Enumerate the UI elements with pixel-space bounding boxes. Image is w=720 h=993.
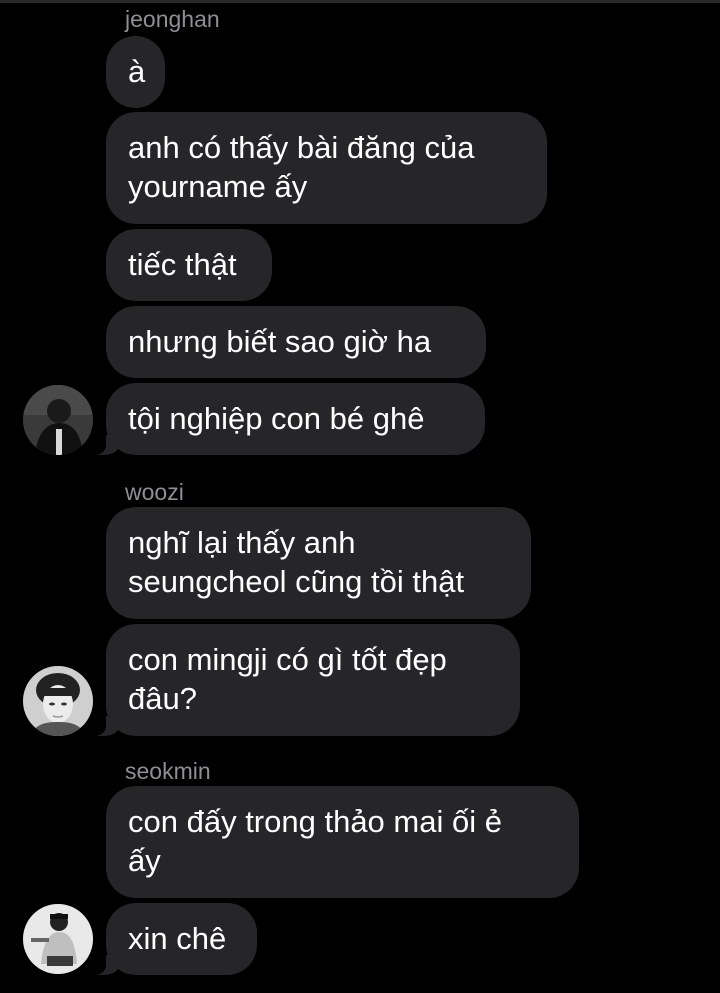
message-bubble[interactable]: nhưng biết sao giờ ha xyxy=(106,306,486,378)
avatar-jeonghan[interactable] xyxy=(23,385,93,455)
avatar-seokmin[interactable] xyxy=(23,904,93,974)
message-bubble[interactable]: à xyxy=(106,36,165,108)
message-bubble[interactable]: nghĩ lại thấy anh seungcheol cũng tồi th… xyxy=(106,507,531,619)
message-bubble[interactable]: con đấy trong thảo mai ối ẻ ấy xyxy=(106,786,579,898)
message-bubble[interactable]: tội nghiệp con bé ghê xyxy=(86,383,485,455)
sender-name: seokmin xyxy=(125,758,211,784)
message-bubble[interactable]: con mingji có gì tốt đẹp đâu? xyxy=(86,624,520,736)
message-bubble[interactable]: tiếc thật xyxy=(106,229,272,301)
message-bubble[interactable]: anh có thấy bài đăng của yourname ấy xyxy=(106,112,547,224)
top-divider xyxy=(0,0,720,3)
message-bubble[interactable]: xin chê xyxy=(86,903,257,975)
sender-name: jeonghan xyxy=(125,6,220,32)
sender-name: woozi xyxy=(125,479,184,505)
avatar-woozi[interactable] xyxy=(23,666,93,736)
